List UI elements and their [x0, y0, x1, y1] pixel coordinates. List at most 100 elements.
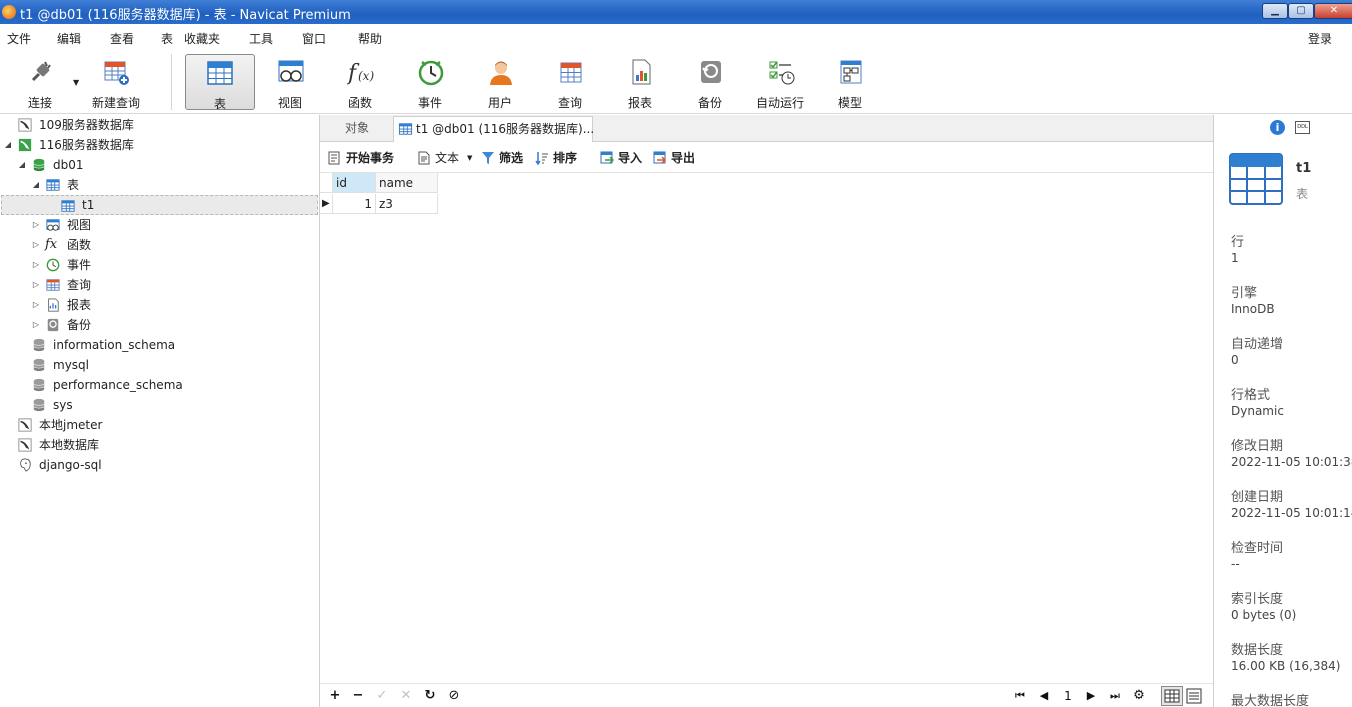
settings-gear-icon[interactable]: ⚙: [1131, 688, 1147, 704]
mysql-connection-icon: [18, 118, 32, 132]
tree-connection-local-db[interactable]: 本地数据库: [0, 435, 320, 455]
tree-connection-local-jmeter[interactable]: 本地jmeter: [0, 415, 320, 435]
toolbar-query-button[interactable]: 查询: [537, 54, 603, 110]
tree-label: 116服务器数据库: [39, 138, 134, 152]
form-view-icon[interactable]: [1186, 688, 1202, 704]
expand-arrow-icon[interactable]: ◢: [17, 155, 27, 175]
close-button[interactable]: ✕: [1314, 3, 1352, 19]
tree-label: 表: [67, 178, 80, 192]
maximize-button[interactable]: ▢: [1288, 3, 1314, 19]
tree-table-t1[interactable]: t1: [1, 195, 318, 215]
schedule-icon: [769, 61, 795, 85]
database-icon: [33, 338, 45, 352]
toolbar-automation-button[interactable]: 自动运行: [747, 54, 813, 110]
toolbar-report-button[interactable]: 报表: [607, 54, 673, 110]
report-icon: [632, 59, 651, 85]
tree-connection-django-sql[interactable]: django-sql: [0, 455, 320, 475]
toolbar-backup-button[interactable]: 备份: [677, 54, 743, 110]
menu-help[interactable]: 帮助: [358, 30, 382, 47]
next-page-button[interactable]: ▶: [1083, 688, 1099, 704]
tree-connection-109[interactable]: 109服务器数据库: [0, 115, 320, 135]
tab-bar: 对象 t1 @db01 (116服务器数据库)...: [320, 115, 1213, 142]
tree-queries-folder[interactable]: ▷ 查询: [0, 275, 320, 295]
collapse-arrow-icon[interactable]: ▷: [31, 215, 41, 235]
info-icon[interactable]: i: [1270, 120, 1285, 135]
discard-changes-button[interactable]: ✕: [398, 688, 414, 704]
menu-file[interactable]: 文件: [7, 30, 31, 47]
toolbar-new-query-button[interactable]: 新建查询: [82, 54, 150, 110]
toolbar-view-button[interactable]: 视图: [257, 54, 323, 110]
tree-database-mysql[interactable]: mysql: [0, 355, 320, 375]
tree-views-folder[interactable]: ▷ 视图: [0, 215, 320, 235]
grid-cell-id[interactable]: 1: [333, 194, 376, 214]
menu-table[interactable]: 表: [161, 30, 173, 47]
prev-page-button[interactable]: ◀: [1036, 688, 1052, 704]
tree-tables-folder[interactable]: ◢ 表: [0, 175, 320, 195]
grid-status-bar: + − ✓ ✕ ↻ ⊘ ⏮ ◀ 1 ▶ ⏭ ⚙: [320, 683, 1213, 707]
chevron-down-icon[interactable]: ▼: [467, 150, 472, 166]
grid-view-icon[interactable]: [1161, 686, 1183, 706]
filter-button[interactable]: 筛选: [481, 150, 527, 166]
toolbar-user-button[interactable]: 用户: [467, 54, 533, 110]
text-view-button[interactable]: 文本 ▼: [417, 150, 477, 166]
tree-database-db01[interactable]: ◢ db01: [0, 155, 320, 175]
menu-edit[interactable]: 编辑: [57, 30, 81, 47]
export-button[interactable]: 导出: [653, 150, 699, 166]
toolbar-model-button[interactable]: 模型: [817, 54, 883, 110]
column-header-id[interactable]: id: [333, 173, 376, 193]
stop-button[interactable]: ⊘: [446, 688, 462, 704]
tab-table-data[interactable]: t1 @db01 (116服务器数据库)...: [393, 116, 594, 142]
tree-backups-folder[interactable]: ▷ 备份: [0, 315, 320, 335]
menu-view[interactable]: 查看: [110, 30, 134, 47]
prop-value-created: 2022-11-05 10:01:14: [1231, 506, 1352, 520]
toolbar-connection-button[interactable]: ▼ 连接: [7, 54, 79, 110]
app-icon: [2, 5, 16, 19]
toolbar-table-button[interactable]: 表: [185, 54, 255, 111]
backup-icon: [701, 61, 721, 83]
collapse-arrow-icon[interactable]: ▷: [31, 295, 41, 315]
view-icon: [46, 219, 60, 231]
tree-database-information-schema[interactable]: information_schema: [0, 335, 320, 355]
tree-reports-folder[interactable]: ▷ 报表: [0, 295, 320, 315]
tree-database-performance-schema[interactable]: performance_schema: [0, 375, 320, 395]
collapse-arrow-icon[interactable]: ▷: [31, 255, 41, 275]
add-record-button[interactable]: +: [327, 688, 343, 704]
column-header-name[interactable]: name: [376, 173, 438, 193]
collapse-arrow-icon[interactable]: ▷: [31, 315, 41, 335]
toolbar-function-button[interactable]: f (x) 函数: [327, 54, 393, 110]
function-icon: fx: [45, 237, 58, 252]
tree-database-sys[interactable]: sys: [0, 395, 320, 415]
toolbar-label: 新建查询: [91, 96, 140, 110]
toolbar-event-button[interactable]: 事件: [397, 54, 463, 110]
last-page-button[interactable]: ⏭: [1107, 688, 1123, 704]
refresh-button[interactable]: ↻: [422, 688, 438, 704]
tree-label: 视图: [67, 218, 92, 232]
import-button[interactable]: 导入: [600, 150, 646, 166]
expand-arrow-icon[interactable]: ◢: [31, 175, 41, 195]
grid-cell-name[interactable]: z3: [376, 194, 438, 214]
tree-label: 查询: [67, 278, 92, 292]
begin-transaction-button[interactable]: 开始事务: [328, 150, 398, 166]
import-icon: [600, 151, 614, 164]
sort-button[interactable]: 排序: [535, 150, 581, 166]
tree-events-folder[interactable]: ▷ 事件: [0, 255, 320, 275]
chevron-down-icon[interactable]: ▼: [73, 78, 79, 87]
expand-arrow-icon[interactable]: ◢: [3, 135, 13, 155]
ddl-icon[interactable]: DDL: [1295, 121, 1310, 134]
login-button[interactable]: 登录: [1308, 30, 1332, 47]
menu-tools[interactable]: 工具: [249, 30, 273, 47]
tree-label: 报表: [67, 298, 92, 312]
minimize-button[interactable]: ▁: [1262, 3, 1288, 19]
apply-changes-button[interactable]: ✓: [374, 688, 390, 704]
page-number-input[interactable]: 1: [1059, 688, 1077, 704]
object-name: t1: [1296, 161, 1312, 176]
first-page-button[interactable]: ⏮: [1012, 688, 1028, 704]
collapse-arrow-icon[interactable]: ▷: [31, 275, 41, 295]
tree-connection-116[interactable]: ◢ 116服务器数据库: [0, 135, 320, 155]
menu-window[interactable]: 窗口: [302, 30, 326, 47]
delete-record-button[interactable]: −: [350, 688, 366, 704]
collapse-arrow-icon[interactable]: ▷: [31, 235, 41, 255]
tab-objects[interactable]: 对象: [339, 116, 375, 142]
tree-functions-folder[interactable]: ▷ fx 函数: [0, 235, 320, 255]
menu-favorites[interactable]: 收藏夹: [184, 30, 220, 47]
